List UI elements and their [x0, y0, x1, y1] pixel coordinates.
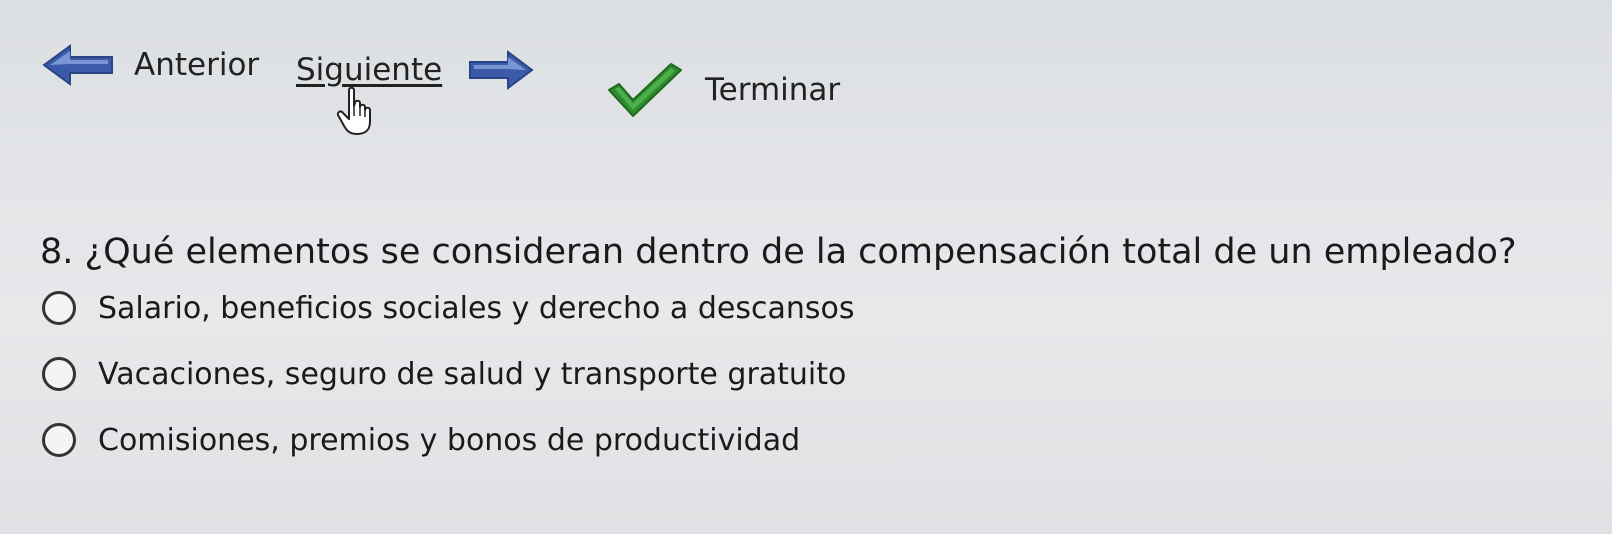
question-number: 8. [40, 232, 74, 272]
radio-button[interactable] [42, 357, 76, 391]
hand-pointer-icon [336, 86, 371, 135]
question-text: 8. ¿Qué elementos se consideran dentro d… [40, 232, 1517, 272]
option-label: Salario, beneficios sociales y derecho a… [98, 290, 855, 326]
option-label: Vacaciones, seguro de salud y transporte… [98, 356, 847, 392]
next-label: Siguiente [296, 52, 443, 88]
checkmark-icon [608, 63, 682, 117]
arrow-right-icon [469, 50, 534, 90]
answer-options: Salario, beneficios sociales y derecho a… [42, 282, 855, 480]
finish-button[interactable]: Terminar [605, 60, 840, 120]
arrow-left-icon [42, 44, 113, 86]
question-body: ¿Qué elementos se consideran dentro de l… [84, 232, 1517, 272]
previous-label: Anterior [134, 47, 260, 83]
option-1[interactable]: Salario, beneficios sociales y derecho a… [42, 282, 855, 334]
toolbar: Anterior Siguiente Terminar [0, 0, 1612, 140]
radio-button[interactable] [42, 291, 76, 325]
option-label: Comisiones, premios y bonos de productiv… [98, 422, 801, 458]
option-3[interactable]: Comisiones, premios y bonos de productiv… [42, 414, 855, 466]
previous-button[interactable]: Anterior [40, 42, 259, 88]
finish-label: Terminar [705, 72, 841, 108]
next-button[interactable]: Siguiente [296, 48, 536, 92]
option-2[interactable]: Vacaciones, seguro de salud y transporte… [42, 348, 855, 400]
radio-button[interactable] [42, 423, 76, 457]
